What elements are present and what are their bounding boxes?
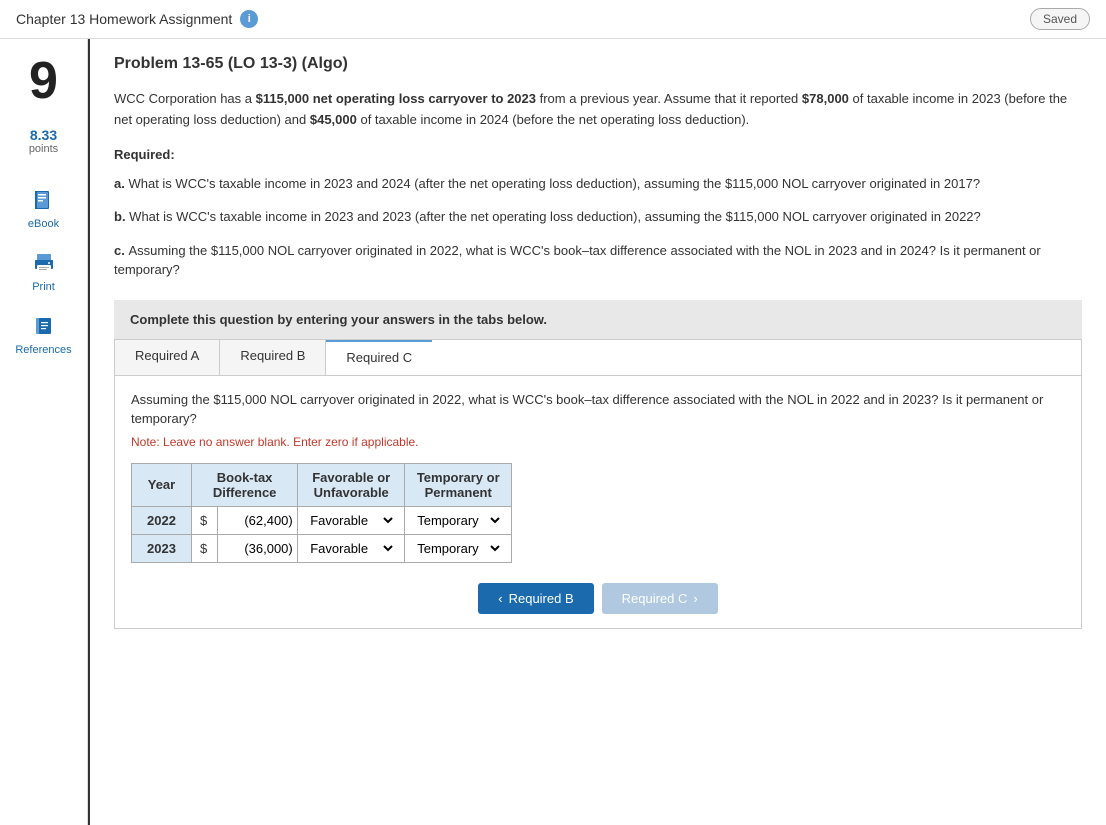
table-row: 2022 $ Favorable Unfavorable <box>132 506 512 534</box>
row1-temp-perm: Temporary Permanent <box>405 506 512 534</box>
row2-favorable-select[interactable]: Favorable Unfavorable <box>306 540 396 557</box>
page-title: Chapter 13 Homework Assignment <box>16 11 232 27</box>
prev-button-label: Required B <box>509 591 574 606</box>
prev-button[interactable]: ‹ Required B <box>478 583 593 614</box>
next-button: Required C › <box>602 583 718 614</box>
complete-box-text: Complete this question by entering your … <box>130 312 547 327</box>
problem-body: WCC Corporation has a $115,000 net opera… <box>114 89 1082 131</box>
main-layout: 9 8.33 points eBook <box>0 39 1106 825</box>
question-a: a. What is WCC's taxable income in 2023 … <box>114 174 1082 194</box>
row2-dollar: $ <box>192 534 218 562</box>
row2-temp-perm-select[interactable]: Temporary Permanent <box>413 540 503 557</box>
row1-amount-input[interactable] <box>223 513 293 528</box>
question-a-text: What is WCC's taxable income in 2023 and… <box>128 176 980 191</box>
left-sidebar: 9 8.33 points eBook <box>0 39 88 825</box>
next-chevron-icon: › <box>693 591 697 606</box>
row2-amount <box>218 534 298 562</box>
required-label: Required: <box>114 147 1082 162</box>
tab-c-content: Assuming the $115,000 NOL carryover orig… <box>115 376 1081 628</box>
question-c-letter: c. <box>114 243 128 258</box>
question-c-text: Assuming the $115,000 NOL carryover orig… <box>114 243 1041 278</box>
ebook-label: eBook <box>28 218 59 230</box>
tab-required-c[interactable]: Required C <box>326 340 432 375</box>
question-number: 9 <box>29 55 58 107</box>
page-header: Chapter 13 Homework Assignment i Saved <box>0 0 1106 39</box>
question-a-letter: a. <box>114 176 128 191</box>
book-icon <box>30 187 58 215</box>
nav-buttons: ‹ Required B Required C › <box>131 583 1065 614</box>
points-label: points <box>29 143 58 155</box>
col-book-tax: Book-tax Difference <box>192 463 298 506</box>
row2-temp-perm: Temporary Permanent <box>405 534 512 562</box>
row1-favorable: Favorable Unfavorable <box>298 506 405 534</box>
info-icon[interactable]: i <box>240 10 258 28</box>
sidebar-item-print[interactable]: Print <box>0 242 87 301</box>
problem-title: Problem 13-65 (LO 13-3) (Algo) <box>114 55 1082 73</box>
tab-c-note: Note: Leave no answer blank. Enter zero … <box>131 435 1065 449</box>
question-c: c. Assuming the $115,000 NOL carryover o… <box>114 241 1082 280</box>
points-info: 8.33 points <box>29 127 58 155</box>
col-temp-perm: Temporary or Permanent <box>405 463 512 506</box>
question-b-text: What is WCC's taxable income in 2023 and… <box>129 209 981 224</box>
print-icon <box>30 250 58 278</box>
row1-amount <box>218 506 298 534</box>
next-button-label: Required C <box>622 591 688 606</box>
row2-amount-input[interactable] <box>223 541 293 556</box>
tabs-header: Required A Required B Required C <box>115 340 1081 376</box>
tab-required-a[interactable]: Required A <box>115 340 220 375</box>
col-favorable: Favorable or Unfavorable <box>298 463 405 506</box>
tab-required-b[interactable]: Required B <box>220 340 326 375</box>
tab-c-question: Assuming the $115,000 NOL carryover orig… <box>131 390 1065 429</box>
row1-temp-perm-select[interactable]: Temporary Permanent <box>413 512 503 529</box>
tabs-container: Required A Required B Required C Assumin… <box>114 339 1082 629</box>
col-year: Year <box>132 463 192 506</box>
row2-favorable: Favorable Unfavorable <box>298 534 405 562</box>
complete-box: Complete this question by entering your … <box>114 300 1082 339</box>
content-area: Problem 13-65 (LO 13-3) (Algo) WCC Corpo… <box>88 39 1106 825</box>
row1-year: 2022 <box>132 506 192 534</box>
row2-year: 2023 <box>132 534 192 562</box>
saved-badge: Saved <box>1030 8 1090 30</box>
row1-favorable-select[interactable]: Favorable Unfavorable <box>306 512 396 529</box>
references-icon <box>30 313 58 341</box>
sidebar-item-references[interactable]: References <box>0 305 87 364</box>
sidebar-item-ebook[interactable]: eBook <box>0 179 87 238</box>
answer-table: Year Book-tax Difference Favorable or Un… <box>131 463 512 563</box>
references-label: References <box>15 344 71 356</box>
prev-chevron-icon: ‹ <box>498 591 502 606</box>
header-left: Chapter 13 Homework Assignment i <box>16 10 258 28</box>
table-row: 2023 $ Favorable Unfavorable <box>132 534 512 562</box>
question-b: b. What is WCC's taxable income in 2023 … <box>114 207 1082 227</box>
row1-dollar: $ <box>192 506 218 534</box>
points-value: 8.33 <box>29 127 58 143</box>
question-b-letter: b. <box>114 209 129 224</box>
print-label: Print <box>32 281 55 293</box>
